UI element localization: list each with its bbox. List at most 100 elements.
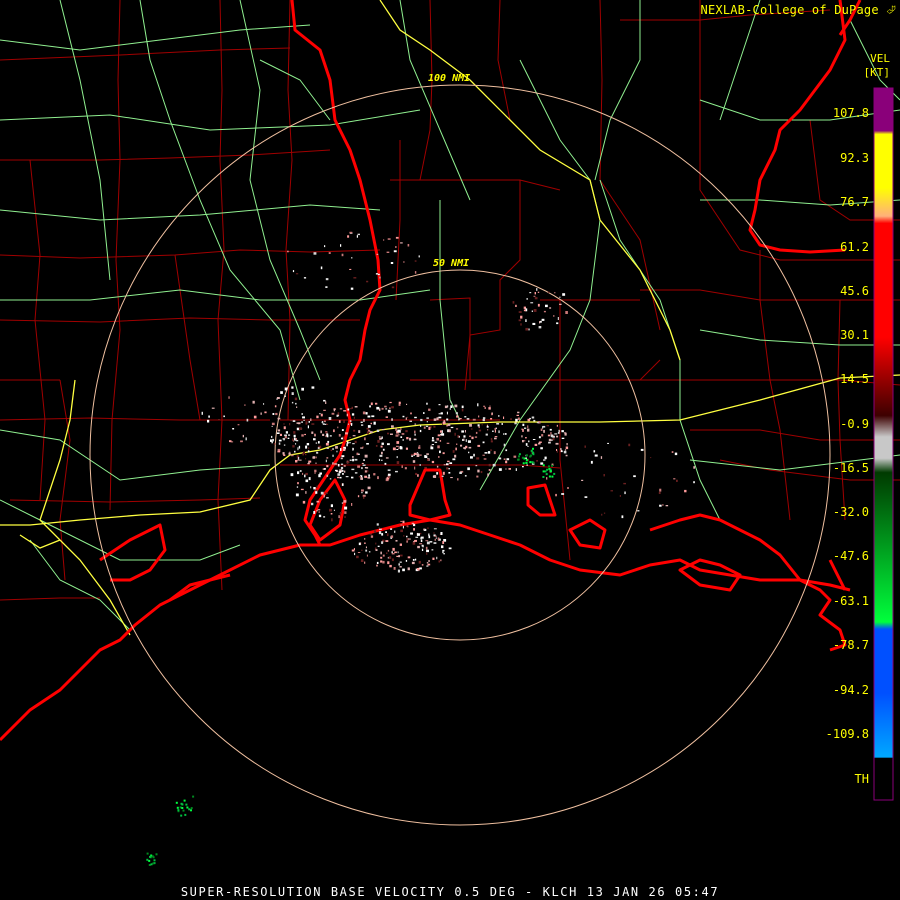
echo-pixel <box>659 488 662 492</box>
echo-pixel <box>555 442 559 445</box>
echo-pixel <box>407 538 411 540</box>
echo-pixel <box>398 563 400 566</box>
echo-pixel <box>341 437 343 440</box>
echo-pixel <box>454 404 458 408</box>
echo-pixel <box>414 416 417 419</box>
echo-pixel <box>545 473 548 476</box>
echo-pixel <box>551 439 553 441</box>
echo-pixel <box>517 417 520 420</box>
echo-pixel <box>347 461 350 464</box>
echo-pixel <box>182 809 185 812</box>
echo-pixel <box>308 421 310 423</box>
echo-pixel <box>537 291 540 293</box>
echo-pixel <box>376 406 380 410</box>
echo-pixel <box>446 467 449 470</box>
echo-pixel <box>346 443 348 447</box>
echo-pixel <box>357 552 361 553</box>
echo-pixel <box>186 806 189 809</box>
echo-pixel <box>475 431 478 434</box>
echo-pixel <box>396 441 400 444</box>
echo-pixel <box>536 422 540 424</box>
echo-pixel <box>431 549 434 551</box>
echo-pixel <box>395 434 399 437</box>
echo-pixel <box>419 567 422 570</box>
echo-pixel <box>438 560 440 563</box>
echo-pixel <box>584 496 588 498</box>
echo-pixel <box>438 476 440 478</box>
echo-pixel <box>450 477 453 479</box>
echo-pixel <box>419 464 421 466</box>
echo-pixel <box>406 403 408 405</box>
echo-pixel <box>376 523 379 526</box>
echo-pixel <box>565 446 569 450</box>
echo-pixel <box>391 286 395 289</box>
echo-pixel <box>340 448 342 451</box>
echo-pixel <box>518 319 522 322</box>
echo-pixel <box>344 506 348 510</box>
echo-pixel <box>483 405 486 407</box>
echo-pixel <box>426 421 428 423</box>
echo-pixel <box>426 453 429 455</box>
echo-pixel <box>452 450 455 453</box>
echo-pixel <box>315 491 318 494</box>
echo-pixel <box>390 528 393 530</box>
echo-pixel <box>488 469 491 471</box>
echo-pixel <box>483 458 487 460</box>
echo-pixel <box>452 458 456 461</box>
echo-pixel <box>378 458 381 461</box>
echo-pixel <box>311 502 314 506</box>
echo-pixel <box>305 479 309 483</box>
echo-pixel <box>449 407 451 410</box>
echo-pixel <box>369 431 373 434</box>
echo-pixel <box>433 542 437 544</box>
echo-pixel <box>433 418 437 421</box>
echo-pixel <box>431 460 435 464</box>
echo-pixel <box>246 418 249 422</box>
echo-pixel <box>671 451 674 453</box>
echo-pixel <box>440 532 443 535</box>
echo-pixel <box>448 429 451 433</box>
echo-pixel <box>504 433 507 435</box>
echo-pixel <box>410 453 414 456</box>
echo-pixel <box>300 488 304 491</box>
echo-pixel <box>382 448 385 451</box>
echo-pixel <box>560 450 563 453</box>
echo-pixel <box>381 436 383 439</box>
echo-pixel <box>332 462 334 465</box>
echo-pixel <box>300 428 303 430</box>
echo-pixel <box>229 440 232 443</box>
echo-pixel <box>183 799 186 802</box>
echo-pixel <box>436 472 439 475</box>
echo-pixel <box>534 297 538 300</box>
echo-pixel <box>447 460 450 463</box>
echo-pixel <box>325 442 329 446</box>
echo-pixel <box>407 567 410 571</box>
echo-pixel <box>525 461 528 464</box>
echo-pixel <box>498 468 502 471</box>
echo-pixel <box>284 434 287 437</box>
echo-pixel <box>412 559 415 561</box>
echo-pixel <box>442 421 446 424</box>
echo-pixel <box>394 551 397 554</box>
echo-pixel <box>320 491 324 495</box>
echo-pixel <box>369 405 371 408</box>
echo-pixel <box>211 407 215 409</box>
echo-pixel <box>525 437 527 439</box>
echo-pixel <box>316 510 318 512</box>
echo-pixel <box>188 808 191 811</box>
echo-pixel <box>344 516 346 518</box>
echo-pixel <box>337 473 341 476</box>
range-rings <box>89 84 831 826</box>
echo-pixel <box>531 310 533 312</box>
echo-pixel <box>417 568 420 571</box>
echo-pixel <box>464 475 467 477</box>
echo-pixel <box>522 440 524 443</box>
echo-pixel <box>533 309 537 312</box>
echo-pixel <box>328 417 332 420</box>
echo-pixel <box>468 446 472 449</box>
echo-pixel <box>563 432 567 434</box>
echo-pixel <box>330 449 333 452</box>
echo-pixel <box>534 443 538 446</box>
echo-pixel <box>400 529 403 533</box>
echo-pixel <box>461 405 464 409</box>
